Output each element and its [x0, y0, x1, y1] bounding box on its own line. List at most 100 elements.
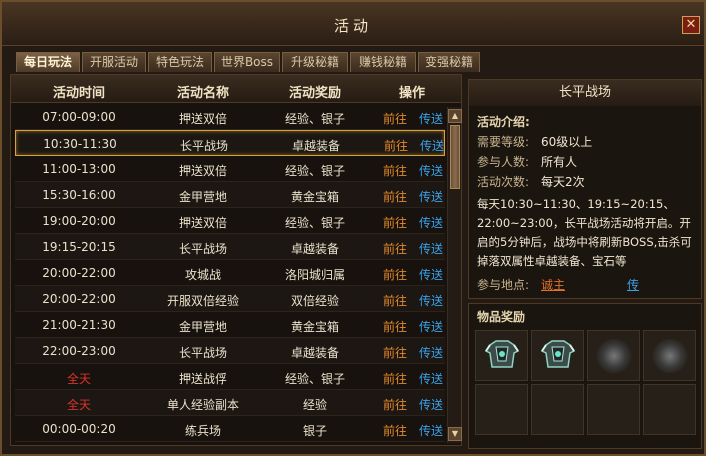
teleport-button[interactable]: 传送	[417, 240, 445, 257]
people-value: 所有人	[541, 155, 578, 169]
row-time: 22:00-23:00	[42, 344, 116, 358]
row-activity-name: 押送战俘	[178, 372, 227, 386]
scroll-thumb[interactable]	[450, 125, 460, 189]
teleport-button[interactable]: 传送	[417, 370, 445, 387]
level-value: 60级以上	[541, 135, 593, 149]
reward-slot-8[interactable]	[643, 384, 696, 435]
go-button[interactable]: 前往	[379, 162, 411, 179]
tab-power[interactable]: 变强秘籍	[418, 52, 480, 72]
teleport-button[interactable]: 传送	[417, 266, 445, 283]
row-activity-name: 单人经验副本	[166, 398, 239, 412]
go-button[interactable]: 前往	[379, 240, 411, 257]
go-button[interactable]: 前往	[379, 292, 411, 309]
row-time: 10:30-11:30	[43, 137, 117, 151]
header-name: 活动名称	[176, 86, 229, 101]
row-time: 全天	[66, 372, 91, 386]
teleport-button[interactable]: 传送	[417, 318, 445, 335]
reward-slot-6[interactable]	[531, 384, 584, 435]
reward-slot-1[interactable]	[475, 330, 528, 381]
row-activity-name: 开服双倍经验	[166, 294, 239, 308]
teleport-button[interactable]: 传送	[417, 292, 445, 309]
row-time: 15:30-16:00	[42, 188, 116, 202]
teleport-button[interactable]: 传送	[417, 396, 445, 413]
row-reward: 经验	[302, 398, 327, 412]
teleport-link[interactable]: 传	[627, 276, 639, 293]
row-reward: 经验、银子	[284, 164, 345, 178]
teleport-button[interactable]: 传送	[417, 214, 445, 231]
scroll-down-button[interactable]: ▼	[448, 427, 462, 441]
table-row[interactable]: 19:15-20:15 长平战场 卓越装备 前往 传送	[15, 234, 445, 260]
go-button[interactable]: 前往	[379, 396, 411, 413]
tab-money[interactable]: 赚钱秘籍	[350, 52, 416, 72]
tab-featured[interactable]: 特色玩法	[148, 52, 212, 72]
location-link[interactable]: 诚主	[541, 276, 565, 293]
scrollbar[interactable]: ▲ ▼	[447, 107, 462, 443]
row-time: 20:00-22:00	[42, 266, 116, 280]
table-row[interactable]: 10:30-11:30 长平战场 卓越装备 前往 传送	[15, 130, 445, 156]
mystery-orb-icon	[596, 339, 632, 373]
activity-description: 每天10:30~11:30、19:15~20:15、22:00~23:00，长平…	[477, 197, 692, 268]
table-row[interactable]: 15:30-16:00 金甲营地 黄金宝箱 前往 传送	[15, 182, 445, 208]
teleport-button[interactable]: 传送	[418, 137, 445, 154]
tab-server-open[interactable]: 开服活动	[82, 52, 146, 72]
row-activity-name: 长平战场	[179, 139, 228, 153]
teleport-button[interactable]: 传送	[417, 422, 445, 439]
go-button[interactable]: 前往	[379, 266, 411, 283]
people-label: 参与人数:	[477, 155, 530, 169]
teleport-button[interactable]: 传送	[417, 188, 445, 205]
go-button[interactable]: 前往	[379, 110, 411, 127]
go-button[interactable]: 前往	[379, 370, 411, 387]
detail-title: 长平战场	[469, 80, 701, 106]
tab-daily[interactable]: 每日玩法	[16, 52, 80, 72]
table-row[interactable]: 00:00-00:20 练兵场 银子 前往 传送	[15, 416, 445, 442]
reward-slot-2[interactable]	[531, 330, 584, 381]
times-row: 活动次数: 每天2次	[477, 173, 585, 190]
table-header: 活动时间 活动名称 活动奖励 操作	[11, 75, 461, 103]
row-reward: 银子	[302, 424, 327, 438]
detail-panel: 长平战场 活动介绍: 需要等级: 60级以上 参与人数: 所有人 活动次数: 每…	[468, 79, 702, 450]
table-row[interactable]: 19:00-20:00 押送双倍 经验、银子 前往 传送	[15, 208, 445, 234]
reward-slot-7[interactable]	[587, 384, 640, 435]
level-row: 需要等级: 60级以上	[477, 133, 592, 150]
activity-window: 活动 ✕ 每日玩法 开服活动 特色玩法 世界Boss 升级秘籍 赚钱秘籍 变强秘…	[0, 0, 706, 456]
close-button[interactable]: ✕	[682, 16, 700, 34]
table-row[interactable]: 20:00-22:00 开服双倍经验 双倍经验 前往 传送	[15, 286, 445, 312]
title-bar[interactable]: 活动 ✕	[2, 2, 704, 46]
times-value: 每天2次	[541, 175, 585, 189]
go-button[interactable]: 前往	[379, 318, 411, 335]
go-button[interactable]: 前往	[380, 137, 412, 154]
row-reward: 洛阳城归属	[284, 268, 345, 282]
row-reward: 经验、银子	[284, 372, 345, 386]
header-time: 活动时间	[52, 86, 105, 101]
table-row[interactable]: 全天 单人经验副本 经验 前往 传送	[15, 390, 445, 416]
table-row[interactable]: 07:00-09:00 押送双倍 经验、银子 前往 传送	[15, 104, 445, 130]
tab-leveling[interactable]: 升级秘籍	[282, 52, 348, 72]
reward-slot-4[interactable]	[643, 330, 696, 381]
teleport-button[interactable]: 传送	[417, 162, 445, 179]
table-row[interactable]: 11:00-13:00 押送双倍 经验、银子 前往 传送	[15, 156, 445, 182]
table-row[interactable]: 22:00-23:00 长平战场 卓越装备 前往 传送	[15, 338, 445, 364]
teleport-button[interactable]: 传送	[417, 344, 445, 361]
window-title: 活动	[333, 17, 372, 35]
row-reward: 双倍经验	[290, 294, 339, 308]
reward-slot-5[interactable]	[475, 384, 528, 435]
row-time: 19:15-20:15	[42, 240, 116, 254]
table-row[interactable]: 全天 押送战俘 经验、银子 前往 传送	[15, 364, 445, 390]
people-row: 参与人数: 所有人	[477, 153, 577, 170]
go-button[interactable]: 前往	[379, 214, 411, 231]
row-activity-name: 攻城战	[184, 268, 221, 282]
tab-world-boss[interactable]: 世界Boss	[214, 52, 280, 72]
go-button[interactable]: 前往	[379, 188, 411, 205]
teleport-button[interactable]: 传送	[417, 110, 445, 127]
row-time: 全天	[66, 398, 91, 412]
activity-table: 活动时间 活动名称 活动奖励 操作 07:00-09:00 押送双倍 经验、银子 前往…	[10, 74, 462, 446]
go-button[interactable]: 前往	[379, 422, 411, 439]
row-activity-name: 金甲营地	[178, 320, 227, 334]
reward-slot-3[interactable]	[587, 330, 640, 381]
table-row[interactable]: 21:00-21:30 金甲营地 黄金宝箱 前往 传送	[15, 312, 445, 338]
go-button[interactable]: 前往	[379, 344, 411, 361]
intro-heading: 活动介绍:	[477, 115, 530, 129]
row-activity-name: 练兵场	[184, 424, 221, 438]
scroll-up-button[interactable]: ▲	[448, 109, 462, 123]
table-row[interactable]: 20:00-22:00 攻城战 洛阳城归属 前往 传送	[15, 260, 445, 286]
